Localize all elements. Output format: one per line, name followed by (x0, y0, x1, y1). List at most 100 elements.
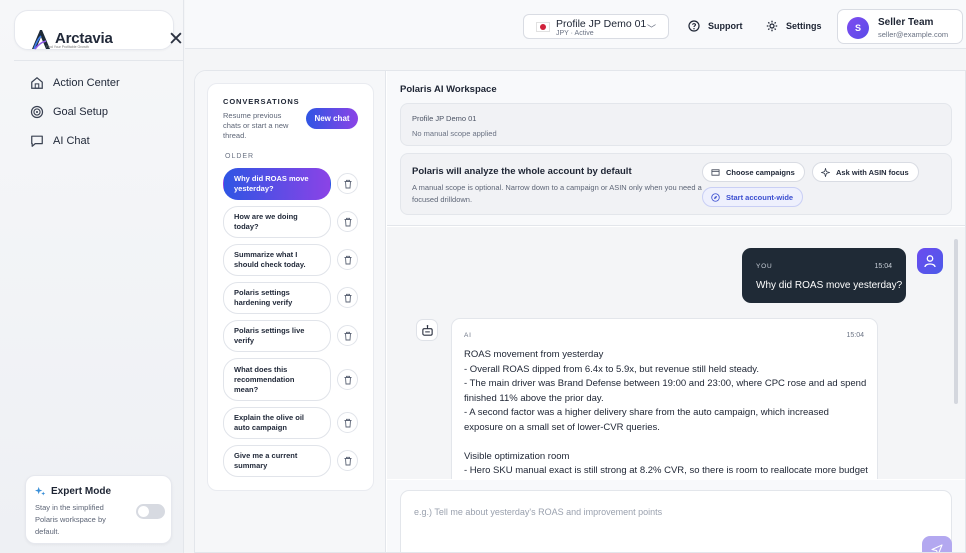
choose-campaigns-label: Choose campaigns (726, 167, 795, 177)
thread-item[interactable]: Polaris settings hardening verify (223, 282, 331, 314)
ai-message: AI 15:04 ROAS movement from yesterday - … (451, 318, 878, 479)
bot-avatar-icon (416, 319, 438, 341)
expert-mode-card: Expert Mode Stay in the simplified Polar… (25, 475, 172, 544)
expert-mode-description: Stay in the simplified Polaris workspace… (35, 503, 106, 536)
thread-item[interactable]: Explain the olive oil auto campaign (223, 407, 331, 439)
conversations-card: CONVERSATIONS Resume previous chats or s… (207, 83, 374, 491)
trash-icon (344, 293, 351, 302)
settings-button[interactable]: Settings (766, 20, 822, 32)
chat-icon (31, 135, 43, 147)
ai-message-line: Visible optimization room (464, 450, 570, 462)
brand-card: Arctavia Find Your Profitable Growth ✕ (14, 10, 184, 50)
analyze-description: A manual scope is optional. Narrow down … (412, 183, 702, 204)
expert-mode-toggle[interactable] (136, 504, 165, 519)
ai-message-line: - A second factor was a higher delivery … (464, 407, 829, 418)
campaign-icon (711, 168, 720, 176)
main-panel: CONVERSATIONS Resume previous chats or s… (194, 70, 966, 553)
support-button[interactable]: Support (688, 20, 743, 32)
expert-mode-title-text: Expert Mode (51, 486, 112, 497)
home-icon (31, 76, 43, 89)
robot-icon (421, 324, 433, 336)
delete-thread-button[interactable] (337, 412, 358, 433)
sparkle-icon (35, 486, 46, 496)
message-role: YOU (756, 263, 773, 270)
trash-icon (344, 418, 351, 427)
expert-mode-title: Expert Mode (35, 486, 111, 497)
profile-selector[interactable]: Profile JP Demo 01 JPY · Active ﹀ (523, 14, 669, 39)
ai-message-line: - The main driver was Brand Defense betw… (464, 378, 867, 389)
chevron-down-icon: ﹀ (646, 24, 656, 34)
compass-icon (711, 192, 720, 202)
brand-tagline: Find Your Profitable Growth (46, 45, 89, 49)
help-circle-icon (688, 20, 700, 32)
chat-input[interactable] (414, 507, 894, 517)
jp-flag-icon (536, 22, 550, 32)
delete-thread-button[interactable] (337, 450, 358, 471)
delete-thread-button[interactable] (337, 173, 358, 194)
send-button[interactable] (922, 536, 952, 552)
user-avatar-icon (917, 248, 943, 274)
composer (400, 490, 952, 552)
thread-item[interactable]: What does this recommendation mean? (223, 358, 331, 401)
sidebar-item-goal-setup[interactable]: Goal Setup (30, 102, 108, 122)
conversations-column: CONVERSATIONS Resume previous chats or s… (195, 71, 386, 552)
older-section-label: OLDER (225, 153, 255, 160)
delete-thread-button[interactable] (337, 249, 358, 270)
new-chat-button[interactable]: New chat (306, 108, 358, 129)
scope-summary: Profile JP Demo 01 No manual scope appli… (400, 103, 952, 146)
message-role: AI (464, 332, 472, 339)
delete-thread-button[interactable] (337, 211, 358, 232)
start-account-wide-label: Start account-wide (726, 192, 794, 202)
messages-scrollbar[interactable] (954, 239, 958, 404)
ai-message-line: - Hero SKU manual exact is still strong … (464, 465, 868, 476)
trash-icon (344, 179, 351, 188)
message-time: 15:04 (874, 263, 892, 270)
thread-item[interactable]: Polaris settings live verify (223, 320, 331, 352)
thread-item[interactable]: Why did ROAS move yesterday? (223, 168, 331, 200)
user-email: seller@example.com (878, 30, 949, 39)
message-time: 15:04 (846, 332, 864, 339)
workspace-title: Polaris AI Workspace (400, 84, 497, 95)
message-text: Why did ROAS move yesterday? (756, 280, 903, 291)
user-message: YOU 15:04 Why did ROAS move yesterday? (742, 248, 906, 303)
profile-currency-status: JPY · Active (556, 30, 594, 37)
thread-item[interactable]: How are we doing today? (223, 206, 331, 238)
analyze-scope-card: Polaris will analyze the whole account b… (400, 153, 952, 215)
user-menu[interactable]: S Seller Team seller@example.com (837, 9, 963, 44)
start-account-wide-button[interactable]: Start account-wide (702, 187, 804, 207)
scope-profile-name: Profile JP Demo 01 (412, 114, 477, 123)
thread-item[interactable]: Summarize what I should check today. (223, 244, 331, 276)
sidebar-item-label: Goal Setup (53, 106, 109, 118)
thread-item[interactable]: Give me a current summary (223, 445, 331, 477)
trash-icon (344, 331, 351, 340)
conversations-title: CONVERSATIONS (223, 97, 300, 106)
scope-note: No manual scope applied (412, 129, 497, 138)
sidebar-item-ai-chat[interactable]: AI Chat (30, 131, 90, 151)
conversations-description: Resume previous chats or start a new thr… (223, 111, 289, 140)
close-sidebar-icon[interactable]: ✕ (168, 30, 184, 50)
trash-icon (344, 375, 351, 384)
sidebar-item-action-center[interactable]: Action Center (30, 73, 120, 93)
gear-icon (766, 20, 778, 32)
workspace-header: Polaris AI Workspace Profile JP Demo 01 … (387, 71, 965, 226)
ask-asin-focus-button[interactable]: Ask with ASIN focus (812, 162, 919, 182)
settings-label: Settings (786, 21, 822, 31)
delete-thread-button[interactable] (337, 369, 358, 390)
delete-thread-button[interactable] (337, 287, 358, 308)
ai-message-line: - Overall ROAS dipped from 6.4x to 5.9x,… (464, 363, 759, 375)
ai-message-line: finished 11% above the prior day. (464, 392, 604, 404)
analyze-title: Polaris will analyze the whole account b… (412, 166, 632, 177)
avatar: S (847, 17, 869, 39)
trash-icon (344, 255, 351, 264)
sidebar: Arctavia Find Your Profitable Growth ✕ A… (0, 0, 184, 553)
person-icon (924, 255, 936, 268)
ask-asin-label: Ask with ASIN focus (836, 167, 909, 177)
user-name: Seller Team (878, 17, 934, 28)
sidebar-item-label: Action Center (53, 77, 120, 89)
choose-campaigns-button[interactable]: Choose campaigns (702, 162, 805, 182)
composer-area (387, 480, 965, 552)
ai-message-line: ROAS movement from yesterday (464, 349, 604, 360)
delete-thread-button[interactable] (337, 325, 358, 346)
sidebar-item-label: AI Chat (53, 135, 90, 147)
ai-message-line: exposure on a small set of lower-CVR que… (464, 421, 660, 433)
